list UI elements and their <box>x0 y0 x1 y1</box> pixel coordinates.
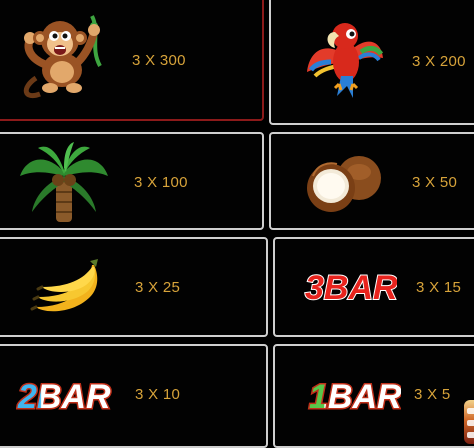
1bar-icon: 1BAR <box>308 377 402 417</box>
paytable-cell-parrot[interactable]: 3 X 200 <box>269 0 474 125</box>
palm-tree-icon <box>20 142 108 222</box>
payout-text: 3 X 300 <box>132 52 186 69</box>
payout-text: 3 X 50 <box>412 174 458 191</box>
paytable-cell-1bar[interactable]: 1BAR 3 X 5 <box>273 344 474 448</box>
paytable-cell-coconut[interactable]: 3 X 50 <box>269 132 474 230</box>
svg-text:1BAR: 1BAR <box>309 378 401 416</box>
paytable-cell-3bar[interactable]: 3BAR 3 X 15 <box>273 237 474 337</box>
2bar-icon: 2BAR <box>16 377 113 417</box>
payout-text: 3 X 5 <box>414 386 451 403</box>
3bar-icon: 3BAR <box>304 268 397 307</box>
partial-symbol-icon <box>464 400 474 444</box>
monkey-icon <box>23 15 102 98</box>
payout-text: 3 X 25 <box>135 279 181 296</box>
svg-text:2BAR: 2BAR <box>17 378 111 416</box>
payout-text: 3 X 200 <box>412 53 466 70</box>
payout-text: 3 X 100 <box>134 174 188 191</box>
parrot-icon <box>307 23 384 98</box>
svg-text:3BAR: 3BAR <box>305 269 397 307</box>
payout-text: 3 X 15 <box>416 279 462 296</box>
paytable-cell-monkey[interactable]: 3 X 300 <box>0 0 264 121</box>
coconut-icon <box>307 156 381 212</box>
payout-text: 3 X 10 <box>135 386 181 403</box>
banana-icon <box>30 259 98 312</box>
paytable-cell-banana[interactable]: 3 X 25 <box>0 237 268 337</box>
paytable-cell-2bar[interactable]: 2BAR 3 X 10 <box>0 344 268 448</box>
paytable-cell-palm-tree[interactable]: 3 X 100 <box>0 132 264 230</box>
